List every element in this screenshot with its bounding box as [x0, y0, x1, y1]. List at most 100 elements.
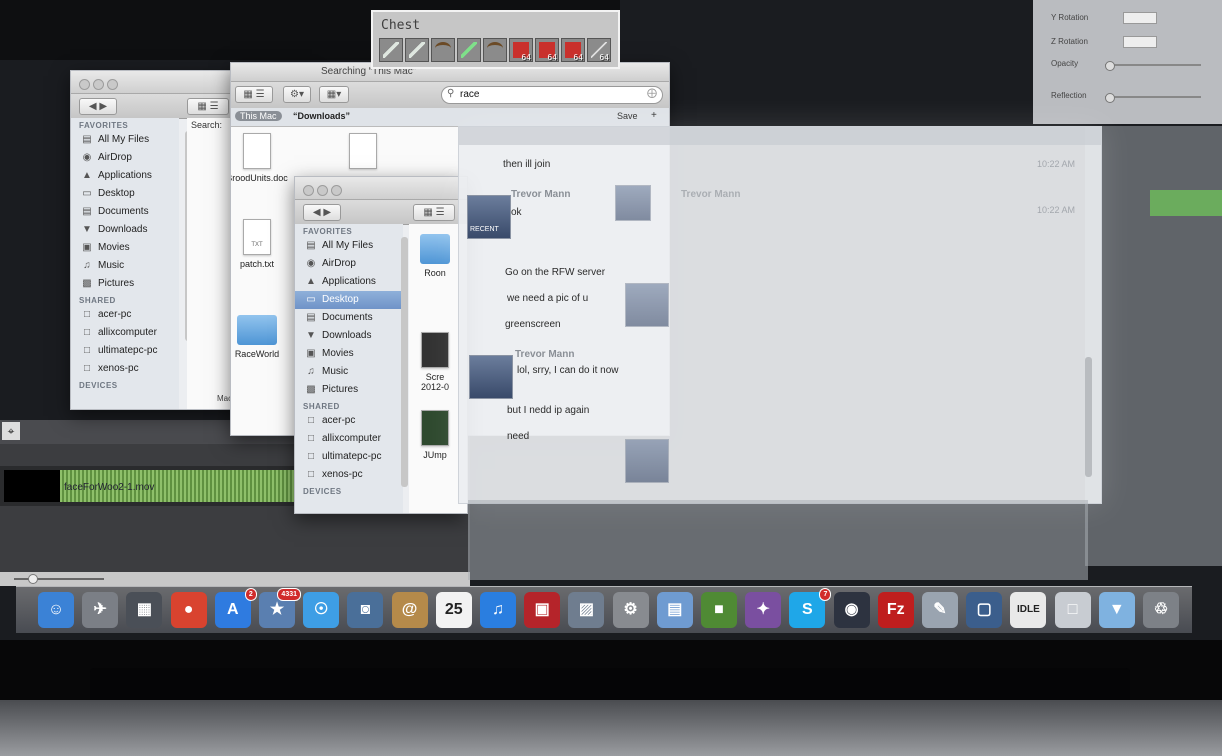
- sidebar-item-movies[interactable]: ▣ Movies: [295, 345, 403, 363]
- preview-icon[interactable]: ▤: [656, 592, 693, 628]
- zoom-button[interactable]: [331, 185, 342, 196]
- sidebar-item-ultimatepc-pc[interactable]: □ ultimatepc-pc: [295, 448, 403, 466]
- sidebar-item-xenos-pc[interactable]: □ xenos-pc: [295, 466, 403, 484]
- sidebar-item-pictures[interactable]: ▩ Pictures: [71, 275, 179, 293]
- dock-icon-glyph: ✈: [93, 601, 107, 618]
- inventory-slot[interactable]: [483, 38, 507, 62]
- inventory-slot[interactable]: [457, 38, 481, 62]
- slider-knob[interactable]: [1105, 61, 1115, 71]
- inventory-slot[interactable]: 64: [561, 38, 585, 62]
- chrome-icon[interactable]: ●: [170, 592, 207, 628]
- inspector-row-opacity: Opacity: [1047, 58, 1217, 72]
- search-field[interactable]: ⚲ race ⨁: [441, 86, 663, 104]
- itunes-icon[interactable]: ♫: [480, 592, 516, 628]
- sidebar-item-movies[interactable]: ▣ Movies: [71, 239, 179, 257]
- inventory-slot[interactable]: [405, 38, 429, 62]
- sidebar-item-music[interactable]: ♫ Music: [295, 363, 403, 381]
- close-button[interactable]: [79, 79, 90, 90]
- dock: ☺ ✈ ▦ ● A 2 ★ 4331 ☉ ◙ @25 ♫ ▣ ▨ ⚙ ▤ ■ ✦ S 7 ◉ Fz ✎ ▢ IDLE □ ▼ ♲: [16, 570, 1192, 638]
- z-rotation-field[interactable]: [1123, 36, 1157, 48]
- sidebar-item-ultimatepc-pc[interactable]: □ ultimatepc-pc: [71, 342, 179, 360]
- view-mode-buttons[interactable]: ▦ ☰: [187, 98, 229, 115]
- inventory-slot[interactable]: 64: [509, 38, 533, 62]
- view-mode-buttons[interactable]: ▦ ☰: [235, 86, 273, 103]
- inventory-slot[interactable]: 64: [535, 38, 559, 62]
- safari-icon[interactable]: ☉: [303, 592, 340, 628]
- app-store-icon[interactable]: A2: [214, 588, 257, 628]
- close-button[interactable]: [303, 185, 314, 196]
- sidebar-item-xenos-pc[interactable]: □ xenos-pc: [71, 360, 179, 378]
- mission-control-icon[interactable]: ▦: [126, 592, 163, 628]
- system-preferences-icon[interactable]: ⚙: [612, 592, 649, 628]
- file-item[interactable]: Roon: [405, 234, 465, 278]
- minimize-button[interactable]: [317, 185, 328, 196]
- sidebar-item-acer-pc[interactable]: □ acer-pc: [295, 412, 403, 430]
- final-cut-icon[interactable]: ✦: [745, 592, 782, 628]
- file-item[interactable]: Scre 2012-0: [405, 332, 465, 392]
- iphoto-icon[interactable]: ▨: [568, 592, 605, 628]
- save-search-button[interactable]: Save: [617, 111, 638, 121]
- file-item[interactable]: JUmp: [405, 410, 465, 460]
- chat-scrollbar[interactable]: [1085, 357, 1092, 477]
- screen-capture-icon[interactable]: ▢: [966, 592, 1003, 628]
- minecraft-icon[interactable]: ■: [701, 592, 737, 628]
- action-menu-button[interactable]: ⚙▾: [283, 86, 311, 103]
- trash-icon[interactable]: ♲: [1143, 592, 1179, 628]
- documents-stack-icon[interactable]: □: [1054, 592, 1091, 628]
- sidebar-item-acer-pc[interactable]: □ acer-pc: [71, 306, 179, 324]
- calendar-icon[interactable]: 25: [435, 592, 472, 628]
- view-mode-buttons[interactable]: ▦ ☰: [413, 204, 455, 221]
- arrange-button[interactable]: ▦▾: [319, 86, 349, 103]
- minimize-button[interactable]: [93, 79, 104, 90]
- sidebar-item-documents[interactable]: ▤ Documents: [71, 203, 179, 221]
- sidebar-item-airdrop[interactable]: ◉ AirDrop: [295, 255, 403, 273]
- contacts-icon[interactable]: @: [391, 592, 428, 628]
- sidebar-item-documents[interactable]: ▤ Documents: [295, 309, 403, 327]
- clear-search-icon[interactable]: ⨁: [647, 88, 657, 99]
- photo-icon[interactable]: ★ 4331: [259, 588, 301, 628]
- file-item[interactable]: RaceWorld: [231, 315, 297, 359]
- sidebar-item-all-my-files[interactable]: ▤ All My Files: [71, 131, 179, 149]
- finder-icon[interactable]: ☺: [38, 592, 74, 628]
- y-rotation-field[interactable]: [1123, 12, 1157, 24]
- skype-icon[interactable]: S7: [789, 588, 832, 628]
- sidebar-item-allixcomputer[interactable]: □ allixcomputer: [295, 430, 403, 448]
- sidebar-item-applications[interactable]: ▲ Applications: [71, 167, 179, 185]
- downloads-stack-icon[interactable]: ▼: [1098, 592, 1135, 628]
- inventory-slot[interactable]: 64: [587, 38, 611, 62]
- reflection-slider[interactable]: [1105, 93, 1201, 103]
- sidebar-item-desktop[interactable]: ▭ Desktop: [295, 291, 403, 309]
- scope-downloads[interactable]: “Downloads”: [293, 111, 350, 121]
- sidebar-item-desktop[interactable]: ▭ Desktop: [71, 185, 179, 203]
- search-input[interactable]: race: [460, 89, 479, 100]
- sidebar-item-pictures[interactable]: ▩ Pictures: [295, 381, 403, 399]
- chat-input-area[interactable]: [468, 500, 1088, 580]
- filezilla-icon[interactable]: Fz: [877, 592, 914, 628]
- facetime-icon[interactable]: ◙: [347, 592, 384, 628]
- idle-icon[interactable]: IDLE: [1010, 592, 1047, 628]
- slider-knob[interactable]: [1105, 93, 1115, 103]
- launchpad-icon[interactable]: ✈: [82, 592, 119, 628]
- sidebar-item-all-my-files[interactable]: ▤ All My Files: [295, 237, 403, 255]
- scope-this-mac[interactable]: This Mac: [235, 111, 282, 121]
- back-forward-buttons[interactable]: ◀ ▶: [79, 98, 117, 115]
- script-editor-icon[interactable]: ✎: [922, 592, 958, 628]
- opacity-slider[interactable]: [1105, 61, 1201, 71]
- file-item[interactable]: TXT patch.txt: [231, 219, 297, 269]
- sidebar-item-music[interactable]: ♫ Music: [71, 257, 179, 275]
- inventory-slot[interactable]: [431, 38, 455, 62]
- steam-icon[interactable]: ◉: [833, 592, 870, 628]
- zoom-button[interactable]: [107, 79, 118, 90]
- add-criteria-button[interactable]: +: [651, 110, 657, 121]
- file-item[interactable]: BroodUnits.doc: [231, 133, 297, 183]
- inventory-slot[interactable]: [379, 38, 403, 62]
- sidebar-item-downloads[interactable]: ▼ Downloads: [71, 221, 179, 239]
- crop-icon[interactable]: ⌖: [2, 422, 20, 440]
- sidebar-item-downloads[interactable]: ▼ Downloads: [295, 327, 403, 345]
- back-forward-buttons[interactable]: ◀ ▶: [303, 204, 341, 221]
- sidebar-item-airdrop[interactable]: ◉ AirDrop: [71, 149, 179, 167]
- photo-booth-icon[interactable]: ▣: [524, 592, 561, 628]
- file-item[interactable]: [323, 133, 403, 173]
- sidebar-item-allixcomputer[interactable]: □ allixcomputer: [71, 324, 179, 342]
- sidebar-item-applications[interactable]: ▲ Applications: [295, 273, 403, 291]
